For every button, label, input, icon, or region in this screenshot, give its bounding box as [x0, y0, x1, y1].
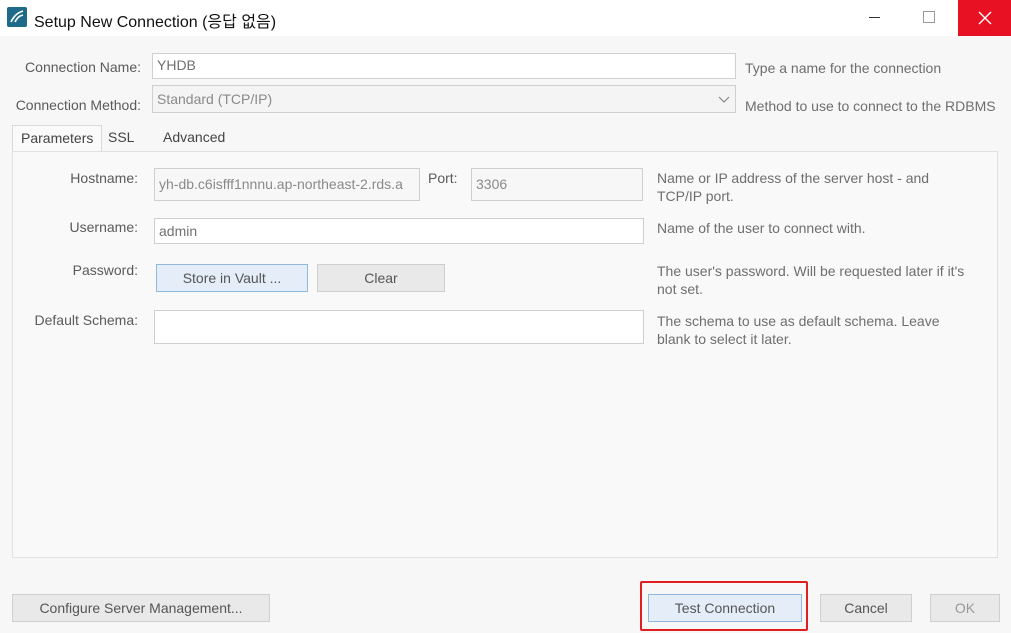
- connection-method-value: Standard (TCP/IP): [157, 91, 273, 107]
- connection-name-input[interactable]: YHDB: [152, 53, 736, 79]
- password-hint-line-2: not set.: [657, 281, 703, 297]
- mysql-workbench-icon: [7, 7, 27, 27]
- connection-name-hint: Type a name for the connection: [745, 60, 942, 76]
- connection-method-hint: Method to use to connect to the RDBMS: [745, 98, 996, 114]
- hostname-hint-line-1: Name or IP address of the server host - …: [657, 170, 930, 186]
- default-schema-input[interactable]: [154, 310, 644, 344]
- cancel-button[interactable]: Cancel: [820, 594, 912, 622]
- minimize-button[interactable]: [848, 0, 900, 36]
- default-schema-label: Default Schema:: [34, 312, 139, 328]
- password-label: Password:: [72, 262, 138, 278]
- tab-parameters[interactable]: Parameters: [12, 125, 102, 152]
- maximize-button[interactable]: [902, 0, 954, 36]
- close-button[interactable]: [958, 0, 1011, 36]
- hostname-hint: Name or IP address of the server host - …: [657, 169, 929, 205]
- highlight-box: [640, 581, 808, 631]
- default-schema-hint-line-2: blank to select it later.: [657, 331, 792, 347]
- chevron-down-icon: [718, 96, 730, 103]
- username-input[interactable]: admin: [154, 218, 644, 244]
- connection-method-label: Connection Method:: [15, 97, 141, 113]
- title-bar: Setup New Connection (응답 없음): [0, 0, 1011, 36]
- connection-name-label: Connection Name:: [25, 59, 141, 75]
- store-in-vault-button[interactable]: Store in Vault ...: [156, 264, 308, 292]
- window-title: Setup New Connection (응답 없음): [34, 14, 277, 31]
- connection-method-select[interactable]: Standard (TCP/IP): [152, 85, 736, 113]
- parameters-panel: [12, 151, 998, 558]
- hostname-label: Hostname:: [70, 170, 138, 186]
- configure-server-management-button[interactable]: Configure Server Management...: [12, 594, 270, 622]
- hostname-input[interactable]: yh-db.c6isfff1nnnu.ap-northeast-2.rds.a: [154, 168, 420, 201]
- close-icon: [978, 11, 992, 25]
- password-hint-line-1: The user's password. Will be requested l…: [657, 263, 965, 279]
- ok-button[interactable]: OK: [930, 594, 1000, 622]
- clear-password-button[interactable]: Clear: [317, 264, 445, 292]
- password-hint: The user's password. Will be requested l…: [657, 262, 964, 298]
- default-schema-hint: The schema to use as default schema. Lea…: [657, 312, 940, 348]
- port-label: Port:: [428, 170, 458, 186]
- tab-advanced[interactable]: Advanced: [155, 125, 245, 151]
- tab-ssl[interactable]: SSL: [100, 125, 150, 151]
- username-label: Username:: [69, 219, 138, 235]
- port-input[interactable]: 3306: [471, 168, 643, 201]
- default-schema-hint-line-1: The schema to use as default schema. Lea…: [657, 313, 940, 329]
- username-hint: Name of the user to connect with.: [657, 220, 866, 236]
- hostname-hint-line-2: TCP/IP port.: [657, 188, 734, 204]
